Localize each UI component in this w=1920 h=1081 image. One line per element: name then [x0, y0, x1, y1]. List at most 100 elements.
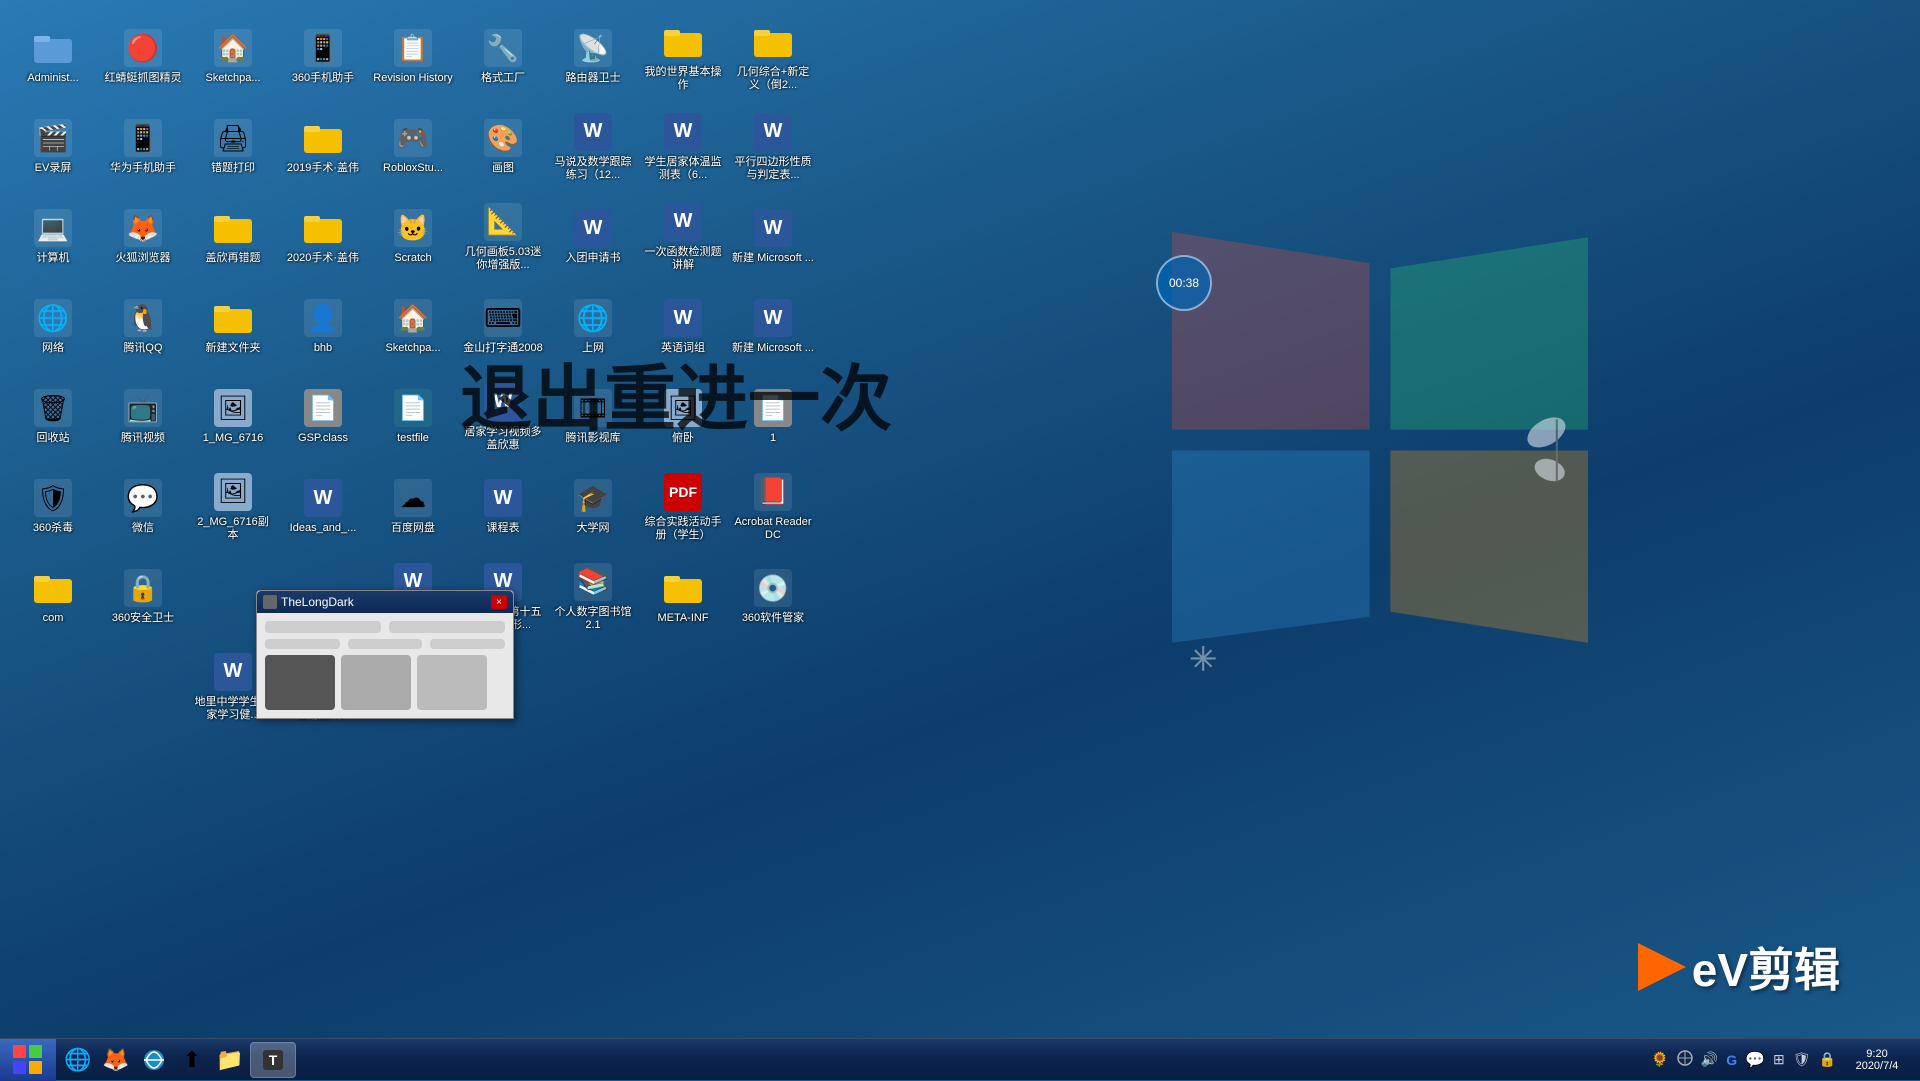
tray-icon-shield1[interactable]: 🛡 — [1791, 1049, 1813, 1070]
icon-label-foxbrowser: 火狐浏览器 — [116, 252, 171, 265]
icon-label-xingjian: 新建 Microsoft ... — [732, 252, 814, 265]
ev-play-icon — [1638, 943, 1686, 991]
icon-label-kechebiao: 课程表 — [487, 522, 520, 535]
taskbar-btn-globe[interactable]: 🌐 — [60, 1042, 96, 1078]
desktop-icon-geshi[interactable]: 🔧 格式工厂 — [458, 12, 548, 102]
desktop-icon-2019shu[interactable]: 2019手术·盖伟 — [278, 102, 368, 192]
desktop-icon-wangluo[interactable]: 🌐 网络 — [8, 282, 98, 372]
desktop-icon-bhb[interactable]: 👤 bhb — [278, 282, 368, 372]
icon-label-baidupan: 百度网盘 — [391, 522, 435, 535]
desktop-icon-ruanjian[interactable]: 💿 360软件管家 — [728, 552, 818, 642]
icon-img-jinshan: ⌨ — [483, 298, 523, 338]
icon-label-jihe: 几何综合+新定义（倒2... — [732, 66, 814, 92]
taskbar-btn-firefox[interactable]: 🦊 — [98, 1042, 134, 1078]
desktop-icon-metainf[interactable]: META-INF — [638, 552, 728, 642]
icon-img-rutuan: W — [573, 208, 613, 248]
desktop-icon-huishou[interactable]: 🗑 回收站 — [8, 372, 98, 462]
desktop-icon-roblox[interactable]: 🎮 RobloxStu... — [368, 102, 458, 192]
desktop-icon-xinjianjian[interactable]: 新建文件夹 — [188, 282, 278, 372]
icon-label-2020shu: 2020手术·盖伟 — [287, 252, 359, 265]
icon-img-masuo: W — [573, 112, 613, 152]
taskbar-btn-update[interactable]: ⬆ — [174, 1042, 210, 1078]
desktop-icon-acrobat[interactable]: 📕 Acrobat Reader DC — [728, 462, 818, 552]
desktop-icon-hongting[interactable]: 🔴 红蜻蜓抓图精灵 — [98, 12, 188, 102]
desktop-icon-router[interactable]: 📡 路由器卫士 — [548, 12, 638, 102]
icon-label-minecraft: 我的世界基本操作 — [642, 66, 724, 92]
tld-row-2 — [265, 639, 505, 649]
tray-icon-network[interactable] — [1675, 1048, 1695, 1071]
desktop-icon-foxbrowser[interactable]: 🦊 火狐浏览器 — [98, 192, 188, 282]
desktop-icon-qihoo360[interactable]: 🛡 360杀毒 — [8, 462, 98, 552]
desktop-icon-sketchpa1[interactable]: 🏠 Sketchpa... — [188, 12, 278, 102]
desktop-icon-gaixin1[interactable]: 盖欣再错题 — [188, 192, 278, 282]
desktop-icon-jisuanji[interactable]: 💻 计算机 — [8, 192, 98, 282]
desktop-icon-evluping[interactable]: 🎬 EV录屏 — [8, 102, 98, 192]
taskbar-items: 🌐 🦊 ⬆ 📁 T — [56, 1039, 1641, 1080]
desktop-icon-daxuewang[interactable]: 🎓 大学网 — [548, 462, 638, 552]
desktop-icon-minecraft[interactable]: 我的世界基本操作 — [638, 12, 728, 102]
desktop-icon-xuesheng[interactable]: W 学生居家体温监测表（6... — [638, 102, 728, 192]
taskbar-item-tld[interactable]: T — [250, 1042, 296, 1078]
system-clock[interactable]: 9:20 2020/7/4 — [1842, 1048, 1912, 1072]
tld-blur-text-3 — [265, 639, 340, 649]
icon-label-cuoti: 错题打印 — [211, 162, 255, 175]
icon-label-yici: 一次函数检测题讲解 — [642, 246, 724, 272]
icon-img-com — [33, 568, 73, 608]
tray-icon-chat[interactable]: 💬 — [1743, 1048, 1767, 1072]
desktop-icon-gspclass[interactable]: 📄 GSP.class — [278, 372, 368, 462]
desktop-icon-360phone[interactable]: 📱 360手机助手 — [278, 12, 368, 102]
desktop-icon-anquan[interactable]: 🔒 360安全卫士 — [98, 552, 188, 642]
desktop-icon-2020shu[interactable]: 2020手术·盖伟 — [278, 192, 368, 282]
tld-close-button[interactable]: × — [491, 595, 507, 609]
tray-icon-grid[interactable]: ⊞ — [1771, 1049, 1787, 1070]
tld-img-1 — [265, 655, 335, 710]
desktop-icon-zonghe[interactable]: PDF 综合实践活动手册（学生） — [638, 462, 728, 552]
desktop-icon-2mg6716[interactable]: 🖼 2_MG_6716副本 — [188, 462, 278, 552]
icon-label-gaixin1: 盖欣再错题 — [206, 252, 261, 265]
desktop-icon-xingjian[interactable]: W 新建 Microsoft ... — [728, 192, 818, 282]
desktop-icon-administ[interactable]: Administ... — [8, 12, 98, 102]
icon-img-testfile: 📄 — [393, 388, 433, 428]
desktop-icon-wechat[interactable]: 💬 微信 — [98, 462, 188, 552]
icon-label-hongting: 红蜻蜓抓图精灵 — [105, 72, 182, 85]
icon-img-huishou: 🗑 — [33, 388, 73, 428]
icon-img-xuesheng: W — [663, 112, 703, 152]
desktop-icon-yici[interactable]: W 一次函数检测题讲解 — [638, 192, 728, 282]
desktop-icon-testfile[interactable]: 📄 testfile — [368, 372, 458, 462]
start-button[interactable] — [0, 1039, 56, 1081]
tld-blur-text-2 — [389, 621, 505, 633]
icon-label-ideas: Ideas_and_... — [290, 522, 357, 535]
desktop-icon-rutuan[interactable]: W 入团申请书 — [548, 192, 638, 282]
desktop-icon-scratch[interactable]: 🐱 Scratch — [368, 192, 458, 282]
icon-label-1mg6716: 1_MG_6716 — [203, 432, 264, 445]
taskbar-btn-ie[interactable] — [136, 1042, 172, 1078]
desktop-icon-baidupan[interactable]: ☁ 百度网盘 — [368, 462, 458, 552]
icon-label-2019shu: 2019手术·盖伟 — [287, 162, 359, 175]
icon-img-dili2: W — [213, 652, 253, 692]
icon-label-huawei: 华为手机助手 — [110, 162, 176, 175]
desktop-icon-pingxing[interactable]: W 平行四边形性质与判定表... — [728, 102, 818, 192]
desktop-icon-geshitupu[interactable]: 📚 个人数字图书馆2.1 — [548, 552, 638, 642]
taskbar-btn-files[interactable]: 📁 — [212, 1042, 248, 1078]
icon-label-xuesheng: 学生居家体温监测表（6... — [642, 156, 724, 182]
desktop-icon-ideas[interactable]: W Ideas_and_... — [278, 462, 368, 552]
desktop-icon-huawei[interactable]: 📱 华为手机助手 — [98, 102, 188, 192]
desktop-icon-tengxunvid[interactable]: 📺 腾讯视频 — [98, 372, 188, 462]
desktop-icon-com[interactable]: com — [8, 552, 98, 642]
icon-img-sketchpa2: 🏠 — [393, 298, 433, 338]
desktop-icon-jihehua[interactable]: 📐 几何画板5.03迷你增强版... — [458, 192, 548, 282]
desktop-icon-cuoti[interactable]: 🖨 错题打印 — [188, 102, 278, 192]
icon-label-ruanjian: 360软件管家 — [742, 612, 804, 625]
tray-icon-volume[interactable]: 🔊 — [1699, 1049, 1720, 1070]
desktop-icon-sketchpa2[interactable]: 🏠 Sketchpa... — [368, 282, 458, 372]
desktop-icon-masuo[interactable]: W 马说及数学跟踪练习（12... — [548, 102, 638, 192]
desktop-icon-1mg6716[interactable]: 🖼 1_MG_6716 — [188, 372, 278, 462]
desktop-icon-huatu[interactable]: 🎨 画图 — [458, 102, 548, 192]
desktop-icon-tengxunqq[interactable]: 🐧 腾讯QQ — [98, 282, 188, 372]
desktop-icon-jihe[interactable]: 几何综合+新定义（倒2... — [728, 12, 818, 102]
desktop-icon-kechebiao[interactable]: W 课程表 — [458, 462, 548, 552]
tray-icon-g[interactable]: G — [1724, 1050, 1739, 1070]
tray-icon-shield2[interactable]: 🔒 — [1817, 1049, 1838, 1070]
desktop-icon-revision[interactable]: 📋 Revision History — [368, 12, 458, 102]
tray-icon-flower[interactable]: 🌻 — [1649, 1049, 1670, 1070]
